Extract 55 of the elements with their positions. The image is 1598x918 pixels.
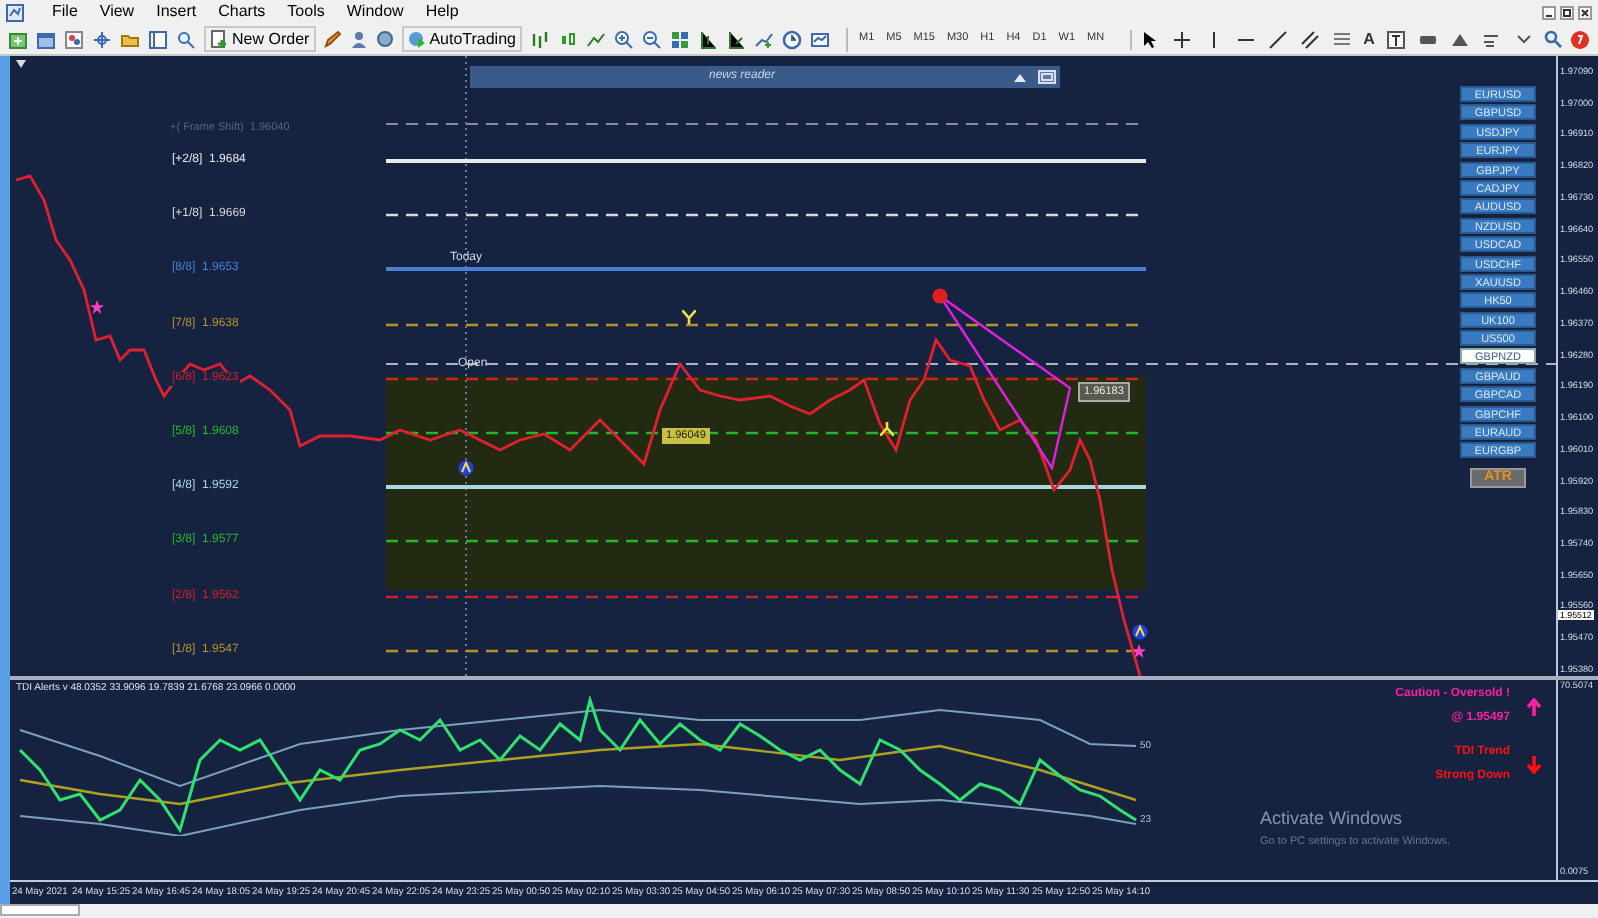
new-chart-icon[interactable] — [8, 29, 28, 49]
fractal-icon — [880, 422, 894, 436]
arrow-marker-icon — [1132, 624, 1148, 640]
panel-icon[interactable] — [148, 29, 168, 49]
menu-item[interactable]: View — [89, 0, 145, 24]
restore-icon[interactable] — [1560, 5, 1574, 19]
trendline-icon[interactable] — [1267, 29, 1288, 49]
menu-item[interactable]: Window — [336, 0, 414, 24]
star-icon — [1132, 644, 1146, 658]
collapse-icon[interactable] — [16, 60, 26, 68]
window-toggle-icon[interactable] — [1038, 70, 1056, 84]
text-label-icon[interactable] — [1386, 29, 1407, 49]
play-globe-icon — [407, 30, 426, 48]
tile-windows-icon[interactable] — [669, 29, 690, 49]
new-order-button[interactable]: New Order — [204, 26, 316, 52]
person-icon[interactable] — [349, 30, 368, 48]
zoom-in-icon[interactable] — [613, 29, 634, 49]
autotrading-button[interactable]: AutoTrading — [401, 26, 522, 52]
menu-item[interactable]: Charts — [208, 0, 276, 24]
app-icon — [6, 3, 24, 21]
menu-item[interactable]: File — [42, 0, 88, 24]
menu-item[interactable]: Insert — [146, 0, 207, 24]
window-icon[interactable] — [36, 29, 56, 49]
activation-title: Activate Windows — [1260, 806, 1405, 832]
pencil-icon[interactable] — [323, 30, 342, 48]
cursor-icon[interactable] — [1139, 29, 1160, 49]
candle-chart-icon[interactable] — [557, 29, 578, 49]
magnifier-icon[interactable] — [176, 29, 196, 49]
zoom-out-icon[interactable] — [641, 29, 662, 49]
globe-icon[interactable] — [375, 30, 394, 48]
menu-item[interactable]: Tools — [277, 0, 335, 24]
signal-dot-icon — [932, 288, 948, 304]
triangle-icon[interactable] — [1450, 29, 1471, 49]
order-sheet-icon — [210, 30, 228, 48]
indicator-add-icon[interactable] — [753, 29, 774, 49]
crosshair-icon[interactable] — [1171, 29, 1192, 49]
palette-icon[interactable] — [64, 29, 84, 49]
search-icon[interactable] — [1544, 30, 1562, 48]
menu-item[interactable]: Help — [415, 0, 469, 24]
folder-icon[interactable] — [120, 29, 140, 49]
fractal-icon — [682, 310, 696, 324]
caret-up-icon[interactable] — [1014, 73, 1026, 81]
close-icon[interactable] — [1578, 5, 1592, 19]
channel-icon[interactable] — [1299, 29, 1320, 49]
minimize-icon[interactable] — [1542, 5, 1556, 19]
clock-icon[interactable] — [781, 29, 802, 49]
notification-icon[interactable] — [1570, 29, 1590, 49]
crosshair-move-icon[interactable] — [92, 29, 112, 49]
arrow-marker-icon — [458, 460, 474, 476]
line-chart-icon[interactable] — [585, 29, 606, 49]
text-tool-button[interactable]: A — [1363, 31, 1375, 47]
bar-chart-icon[interactable] — [529, 29, 550, 49]
template-icon[interactable] — [809, 29, 830, 49]
shapes-icon[interactable] — [1482, 29, 1503, 49]
star-icon — [90, 300, 104, 314]
